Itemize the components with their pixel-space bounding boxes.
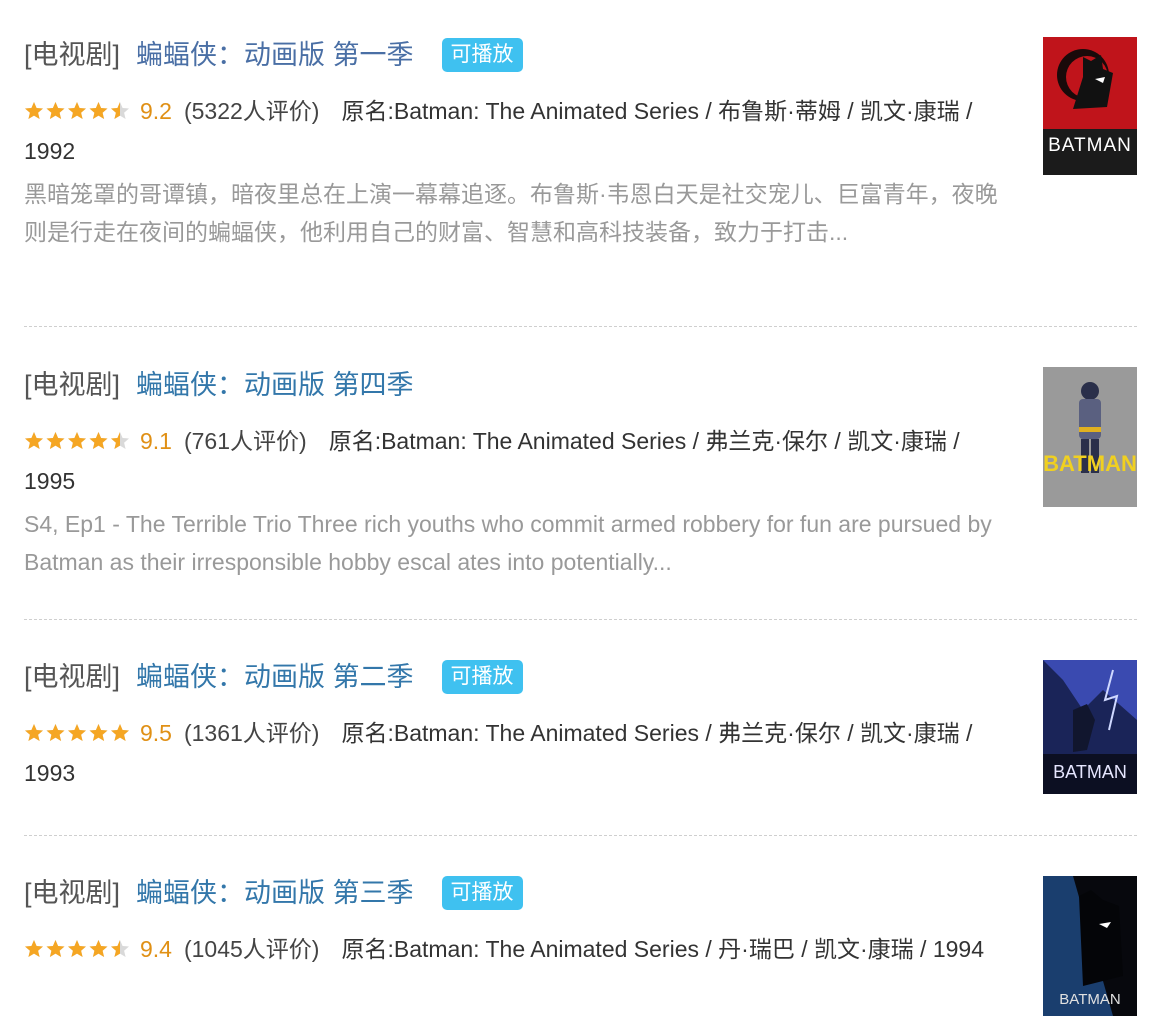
result-list: [电视剧] 蝙蝠侠：动画版 第一季 可播放 9.2 (5322人评价) 原名:Bat… <box>24 0 1137 1032</box>
rating-count: (1361人评价) <box>183 720 320 746</box>
star-rating <box>24 723 132 744</box>
item-content: [电视剧] 蝙蝠侠：动画版 第三季 可播放 9.4 (1045人评价) 原名:Bat… <box>24 836 1014 969</box>
title-row: [电视剧] 蝙蝠侠：动画版 第二季 可播放 <box>24 653 1014 701</box>
meta-line: 9.5 (1361人评价) 原名:Batman: The Animated Seri… <box>24 713 1014 793</box>
list-item: [电视剧] 蝙蝠侠：动画版 第二季 可播放 9.5 (1361人评价) 原名:Bat… <box>24 620 1137 836</box>
poster-title: BATMAN <box>1043 451 1137 476</box>
title-row: [电视剧] 蝙蝠侠：动画版 第四季 <box>24 361 1014 409</box>
list-item: [电视剧] 蝙蝠侠：动画版 第三季 可播放 9.4 (1045人评价) 原名:Bat… <box>24 836 1137 1032</box>
star-rating <box>24 101 132 122</box>
title-link[interactable]: 蝙蝠侠：动画版 第三季 <box>136 877 414 909</box>
star-rating <box>24 431 132 452</box>
category-label: [电视剧] <box>24 877 121 908</box>
title-row: [电视剧] 蝙蝠侠：动画版 第三季 可播放 <box>24 869 1014 917</box>
star-icon <box>89 102 108 119</box>
meta-line: 9.1 (761人评价) 原名:Batman: The Animated Serie… <box>24 421 1014 501</box>
category-label: [电视剧] <box>24 39 121 70</box>
poster-art: BATMAN <box>1043 37 1137 175</box>
playable-badge[interactable]: 可播放 <box>441 38 523 72</box>
star-icon <box>46 940 65 957</box>
poster-image[interactable]: BATMAN <box>1043 367 1137 507</box>
star-icon <box>89 940 108 957</box>
star-rating <box>24 939 132 960</box>
list-item: [电视剧] 蝙蝠侠：动画版 第一季 可播放 9.2 (5322人评价) 原名:Bat… <box>24 0 1137 327</box>
title-link[interactable]: 蝙蝠侠：动画版 第一季 <box>136 39 414 71</box>
playable-badge[interactable]: 可播放 <box>441 876 523 910</box>
star-icon <box>111 432 129 449</box>
star-icon <box>68 102 86 119</box>
original-info: 原名:Batman: The Animated Series / 丹·瑞巴 / … <box>341 936 984 962</box>
rating-score: 9.4 <box>140 936 172 962</box>
star-icon <box>111 940 129 957</box>
star-icon <box>25 102 43 119</box>
star-icon <box>46 102 65 119</box>
poster-image[interactable]: BATMAN <box>1043 660 1137 794</box>
poster-art: BATMAN <box>1043 876 1137 1016</box>
star-icon <box>68 432 86 449</box>
star-icon <box>68 940 86 957</box>
rating-count: (761人评价) <box>183 428 307 454</box>
poster-art: BATMAN <box>1043 367 1137 507</box>
poster-art: BATMAN <box>1043 660 1137 794</box>
title-link[interactable]: 蝙蝠侠：动画版 第四季 <box>136 369 414 401</box>
category-label: [电视剧] <box>24 661 121 692</box>
description: S4, Ep1 - The Terrible Trio Three rich y… <box>24 511 992 575</box>
title-row: [电视剧] 蝙蝠侠：动画版 第一季 可播放 <box>24 31 1014 79</box>
description: 黑暗笼罩的哥谭镇，暗夜里总在上演一幕幕追逐。布鲁斯·韦恩白天是社交宠儿、巨富青年… <box>24 181 998 245</box>
category-label: [电视剧] <box>24 369 121 400</box>
star-icon <box>25 432 43 449</box>
poster-title: BATMAN <box>1048 135 1132 156</box>
poster-image[interactable]: BATMAN <box>1043 37 1137 175</box>
item-content: [电视剧] 蝙蝠侠：动画版 第二季 可播放 9.5 (1361人评价) 原名:Bat… <box>24 620 1014 793</box>
star-icon <box>89 432 108 449</box>
star-icon <box>111 724 129 741</box>
meta-line: 9.4 (1045人评价) 原名:Batman: The Animated Seri… <box>24 929 1014 969</box>
playable-badge[interactable]: 可播放 <box>441 660 523 694</box>
rating-count: (5322人评价) <box>183 98 320 124</box>
title-link[interactable]: 蝙蝠侠：动画版 第二季 <box>136 661 414 693</box>
rating-score: 9.1 <box>140 428 172 454</box>
poster-title: BATMAN <box>1053 762 1127 782</box>
list-item: [电视剧] 蝙蝠侠：动画版 第四季 9.1 (761人评价) 原名:Batman: … <box>24 327 1137 620</box>
rating-score: 9.5 <box>140 720 172 746</box>
item-content: [电视剧] 蝙蝠侠：动画版 第四季 9.1 (761人评价) 原名:Batman: … <box>24 327 1014 581</box>
star-icon <box>25 940 43 957</box>
rating-score: 9.2 <box>140 98 172 124</box>
poster-title: BATMAN <box>1059 991 1120 1008</box>
star-icon <box>46 724 65 741</box>
item-content: [电视剧] 蝙蝠侠：动画版 第一季 可播放 9.2 (5322人评价) 原名:Bat… <box>24 0 1014 251</box>
star-icon <box>25 724 43 741</box>
star-icon <box>89 724 108 741</box>
rating-count: (1045人评价) <box>183 936 320 962</box>
star-icon <box>46 432 65 449</box>
poster-image[interactable]: BATMAN <box>1043 876 1137 1016</box>
star-icon <box>111 102 129 119</box>
meta-line: 9.2 (5322人评价) 原名:Batman: The Animated Seri… <box>24 91 1014 171</box>
star-icon <box>68 724 86 741</box>
